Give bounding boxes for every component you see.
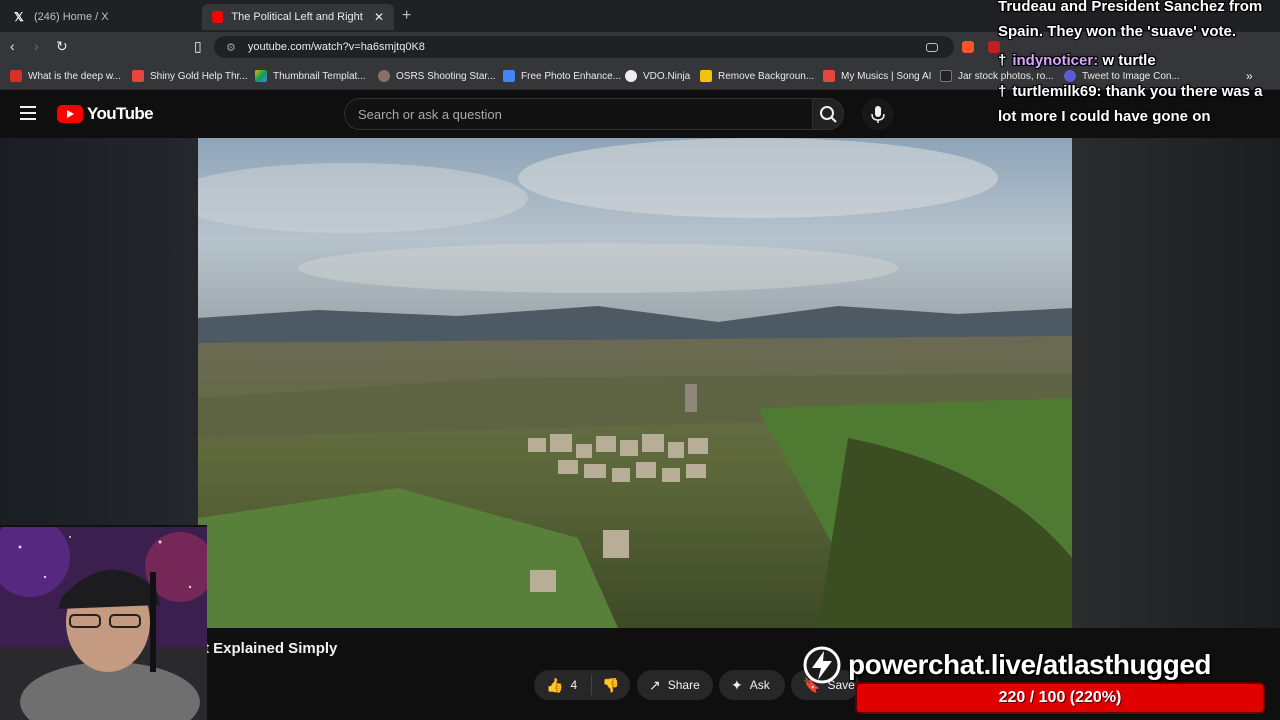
address-bar[interactable]: ⚙ youtube.com/watch?v=ha6smjtq0K8 <box>214 36 954 58</box>
bookmark-favicon-icon <box>625 70 637 82</box>
share-button[interactable]: ↗ Share <box>637 670 713 700</box>
search-button[interactable] <box>812 98 844 130</box>
ask-label: Ask <box>749 678 770 692</box>
bookmark-favicon-icon <box>503 70 515 82</box>
brave-shield-icon[interactable] <box>962 41 974 53</box>
powerchat-url: powerchat.live/atlasthugged <box>848 649 1212 680</box>
donation-goal-text: 220 / 100 (220%) <box>998 689 1122 706</box>
bookmark-favicon-icon <box>132 70 144 82</box>
like-count: 4 <box>570 678 578 692</box>
forward-icon[interactable]: › <box>34 38 39 54</box>
powerchat-logo-icon <box>803 646 841 684</box>
reload-icon[interactable]: ↻ <box>56 38 68 55</box>
cast-icon[interactable] <box>926 43 938 52</box>
site-info-icon[interactable]: ⚙ <box>226 41 236 54</box>
sword-icon: † <box>998 52 1007 69</box>
bookmark-item[interactable]: What is the deep w... <box>10 69 121 83</box>
chat-username: turtlemilk69: <box>1012 83 1102 100</box>
webcam-overlay <box>0 525 207 720</box>
bookmark-favicon-icon <box>940 70 952 82</box>
bookmark-favicon-icon <box>823 70 835 82</box>
powerchat-brand: powerchat.live/atlasthugged <box>800 645 1212 685</box>
x-logo-icon: 𝕏 <box>14 10 24 24</box>
bookmark-item[interactable]: Shiny Gold Help Thr... <box>132 69 248 83</box>
youtube-favicon-icon <box>212 11 224 23</box>
bookmark-item[interactable]: VDO.Ninja <box>625 69 690 83</box>
video-player[interactable] <box>198 138 1072 628</box>
sparkle-icon: ✦ <box>731 676 743 693</box>
donation-goal-bar: 220 / 100 (220%) <box>855 682 1265 714</box>
bookmark-item[interactable]: Free Photo Enhance... <box>503 69 621 83</box>
microphone-icon <box>871 106 885 123</box>
url-text: youtube.com/watch?v=ha6smjtq0K8 <box>247 41 425 53</box>
bookmark-item[interactable]: Thumbnail Templat... <box>255 69 366 83</box>
search-placeholder: Search or ask a question <box>358 107 502 122</box>
new-tab-icon[interactable]: + <box>402 7 411 25</box>
bookmark-favicon-icon <box>700 70 712 82</box>
youtube-logo-text: YouTube <box>87 104 154 123</box>
tab-title: The Political Left and Right Expla <box>231 11 364 23</box>
sword-icon: † <box>998 83 1007 100</box>
close-tab-icon[interactable]: ✕ <box>374 10 384 24</box>
bookmark-favicon-icon <box>378 70 390 82</box>
chat-message: † indynoticer: w turtle <box>998 52 1156 69</box>
ask-button[interactable]: ✦ Ask <box>719 670 785 700</box>
chat-username: indynoticer: <box>1012 52 1099 69</box>
video-frame-landscape <box>198 138 1072 628</box>
menu-icon[interactable] <box>20 106 36 124</box>
tab-youtube-video[interactable]: The Political Left and Right Expla ✕ <box>202 4 394 30</box>
thumbs-down-icon[interactable]: 👎 <box>602 677 619 694</box>
ambient-right <box>1072 138 1280 628</box>
video-title: t Explained Simply <box>204 640 338 657</box>
tab-title: (246) Home / X <box>34 11 109 23</box>
tab-x-home[interactable]: 𝕏 (246) Home / X <box>4 4 200 30</box>
search-icon <box>820 106 837 123</box>
bookmark-item[interactable]: OSRS Shooting Star... <box>378 69 496 83</box>
youtube-logo[interactable]: YouTube <box>57 104 154 124</box>
back-icon[interactable]: ‹ <box>10 38 15 54</box>
bookmark-item[interactable]: My Musics | Song AI <box>823 69 931 83</box>
bookmark-favicon-icon <box>255 70 267 82</box>
voice-search-button[interactable] <box>862 98 894 130</box>
search-input[interactable]: Search or ask a question <box>344 98 812 130</box>
like-button[interactable]: 👍 4 👎 <box>534 670 630 700</box>
chat-message: Trudeau and President Sanchez from Spain… <box>998 0 1263 40</box>
youtube-play-icon <box>57 105 83 123</box>
bookmark-favicon-icon <box>10 70 22 82</box>
stream-chat-overlay: Trudeau and President Sanchez from Spain… <box>998 0 1280 129</box>
bookmark-item[interactable]: Remove Backgroun... <box>700 69 814 83</box>
share-icon: ↗ <box>649 676 661 693</box>
chat-message: † turtlemilk69: thank you there was a lot… <box>998 83 1263 125</box>
bookmark-icon[interactable]: ▯ <box>194 38 202 55</box>
share-label: Share <box>667 678 700 692</box>
streamer-webcam-image <box>0 527 207 720</box>
screen: 𝕏 (246) Home / X The Political Left and … <box>0 0 1280 720</box>
thumbs-up-icon: 👍 <box>546 676 564 693</box>
